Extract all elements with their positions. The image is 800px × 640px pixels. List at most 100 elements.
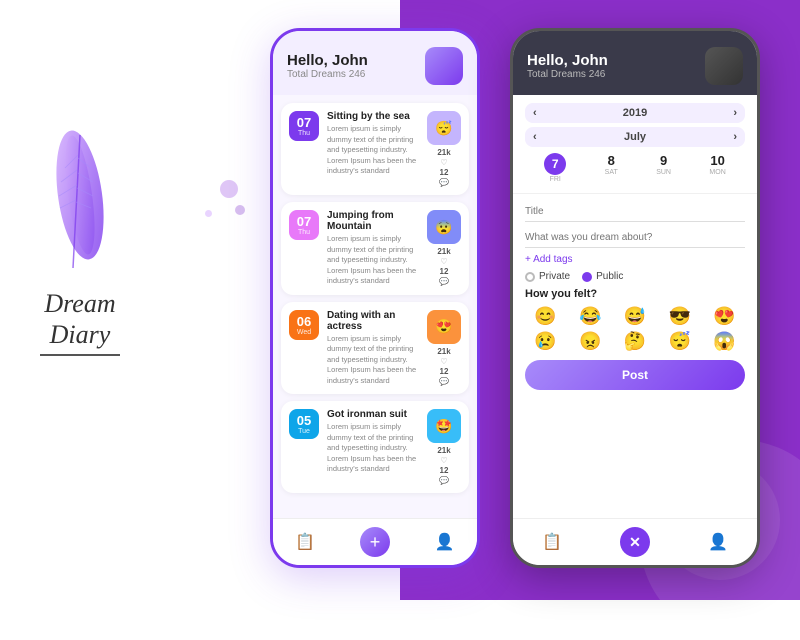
nav-profile-icon-right[interactable]: 👤 xyxy=(708,532,728,552)
total-dreams-right: Total Dreams 246 xyxy=(527,69,608,80)
avatar-right xyxy=(705,47,743,85)
nav-close-button[interactable]: ✕ xyxy=(620,527,650,557)
date-badge: 05 Tue xyxy=(289,409,319,439)
emoji-button[interactable]: 😴 xyxy=(659,331,700,352)
day-of-week: Wed xyxy=(294,329,314,336)
stat-icon: ♡ xyxy=(440,456,447,465)
dream-title: Dating with an actress xyxy=(327,310,419,332)
day-of-week: Thu xyxy=(294,229,314,236)
emoji-button[interactable]: 😍 xyxy=(704,306,745,327)
brand-underline xyxy=(40,354,120,356)
comment-icon: 💬 xyxy=(439,476,449,485)
dream-desc: Lorem ipsum is simply dummy text of the … xyxy=(327,334,419,387)
dream-thumb: 😍 xyxy=(427,310,461,344)
dream-card[interactable]: 07 Thu Sitting by the sea Lorem ipsum is… xyxy=(281,103,469,195)
nav-list-icon-right[interactable]: 📋 xyxy=(542,532,562,552)
phone-left-header: Hello, John Total Dreams 246 xyxy=(273,31,477,95)
dream-title: Sitting by the sea xyxy=(327,111,419,122)
emoji-button[interactable]: 😅 xyxy=(615,306,656,327)
dream-card[interactable]: 07 Thu Jumping from Mountain Lorem ipsum… xyxy=(281,202,469,295)
dream-stats: 21k ♡ 12 💬 xyxy=(437,446,450,485)
felt-label: How you felt? xyxy=(525,288,745,300)
emoji-button[interactable]: 😎 xyxy=(659,306,700,327)
date-badge: 07 Thu xyxy=(289,111,319,141)
stat-icon: ♡ xyxy=(440,257,447,266)
private-radio[interactable] xyxy=(525,272,535,282)
dream-desc: Lorem ipsum is simply dummy text of the … xyxy=(327,124,419,177)
nav-list-icon[interactable]: 📋 xyxy=(295,532,315,552)
emoji-button[interactable]: 😱 xyxy=(704,331,745,352)
comment-icon: 💬 xyxy=(439,178,449,187)
cal-day[interactable]: 7 FRI xyxy=(544,153,566,183)
date-badge: 06 Wed xyxy=(289,310,319,340)
day-lbl: FRI xyxy=(550,176,561,183)
day-num: 10 xyxy=(710,153,724,168)
day-number: 05 xyxy=(294,413,314,428)
stat-value-2: 12 xyxy=(440,168,449,177)
dream-thumb: 🤩 xyxy=(427,409,461,443)
emoji-button[interactable]: 😠 xyxy=(570,331,611,352)
private-option[interactable]: Private xyxy=(525,271,570,282)
form-section: + Add tags Private Public How you felt? … xyxy=(513,194,757,518)
phone-right-header: Hello, John Total Dreams 246 xyxy=(513,31,757,95)
year-next-arrow[interactable]: › xyxy=(733,107,737,119)
cal-day[interactable]: 8 SAT xyxy=(605,153,618,183)
stat-icon: ♡ xyxy=(440,357,447,366)
nav-add-button[interactable]: + xyxy=(360,527,390,557)
avatar-img-right xyxy=(705,47,743,85)
emoji-button[interactable]: 😂 xyxy=(570,306,611,327)
day-of-week: Thu xyxy=(294,130,314,137)
stat-value: 21k xyxy=(437,446,450,455)
deco-circle-2 xyxy=(235,205,245,215)
nav-profile-icon[interactable]: 👤 xyxy=(435,532,455,552)
brand-title: Dream Diary xyxy=(44,288,115,350)
dream-desc: Lorem ipsum is simply dummy text of the … xyxy=(327,422,419,475)
title-input[interactable] xyxy=(525,202,745,222)
stat-value-2: 12 xyxy=(440,466,449,475)
post-button[interactable]: Post xyxy=(525,360,745,390)
dream-meta: 😨 21k ♡ 12 💬 xyxy=(427,210,461,286)
total-dreams-left: Total Dreams 246 xyxy=(287,69,368,80)
dream-desc-input[interactable] xyxy=(525,228,745,248)
year-prev-arrow[interactable]: ‹ xyxy=(533,107,537,119)
day-num: 8 xyxy=(608,153,615,168)
dream-list: 07 Thu Sitting by the sea Lorem ipsum is… xyxy=(273,95,477,518)
avatar-img-left xyxy=(425,47,463,85)
month-next-arrow[interactable]: › xyxy=(733,131,737,143)
emoji-button[interactable]: 😢 xyxy=(525,331,566,352)
phone-right: Hello, John Total Dreams 246 ‹ 2019 › ‹ … xyxy=(510,28,760,568)
dream-card[interactable]: 06 Wed Dating with an actress Lorem ipsu… xyxy=(281,302,469,395)
public-option[interactable]: Public xyxy=(582,271,623,282)
day-lbl: SUN xyxy=(656,169,671,176)
dream-desc: Lorem ipsum is simply dummy text of the … xyxy=(327,234,419,287)
emoji-button[interactable]: 😊 xyxy=(525,306,566,327)
greeting-right: Hello, John xyxy=(527,52,608,69)
date-badge: 07 Thu xyxy=(289,210,319,240)
phone-right-body: ‹ 2019 › ‹ July › 7 FRI 8 SAT 9 SUN 10 M… xyxy=(513,95,757,518)
emoji-button[interactable]: 🤔 xyxy=(615,331,656,352)
add-tags-label[interactable]: + Add tags xyxy=(525,254,745,265)
bottom-nav-right: 📋 ✕ 👤 xyxy=(513,518,757,565)
dream-meta: 🤩 21k ♡ 12 💬 xyxy=(427,409,461,485)
dream-stats: 21k ♡ 12 💬 xyxy=(437,347,450,386)
day-of-week: Tue xyxy=(294,428,314,435)
deco-circle-3 xyxy=(205,210,212,217)
stat-value: 21k xyxy=(437,148,450,157)
cal-day[interactable]: 9 SUN xyxy=(656,153,671,183)
dream-card[interactable]: 05 Tue Got ironman suit Lorem ipsum is s… xyxy=(281,401,469,493)
cal-day[interactable]: 10 MON xyxy=(709,153,725,183)
dream-meta: 😴 21k ♡ 12 💬 xyxy=(427,111,461,187)
public-label: Public xyxy=(596,271,623,282)
day-num: 9 xyxy=(660,153,667,168)
stat-value-2: 12 xyxy=(440,267,449,276)
dream-content: Dating with an actress Lorem ipsum is si… xyxy=(327,310,419,387)
phone-left: Hello, John Total Dreams 246 07 Thu Sitt… xyxy=(270,28,480,568)
public-radio[interactable] xyxy=(582,272,592,282)
private-label: Private xyxy=(539,271,570,282)
dream-stats: 21k ♡ 12 💬 xyxy=(437,148,450,187)
month-label: July xyxy=(624,131,646,143)
stat-value-2: 12 xyxy=(440,367,449,376)
month-prev-arrow[interactable]: ‹ xyxy=(533,131,537,143)
bottom-nav-left: 📋 + 👤 xyxy=(273,518,477,565)
avatar-left xyxy=(425,47,463,85)
